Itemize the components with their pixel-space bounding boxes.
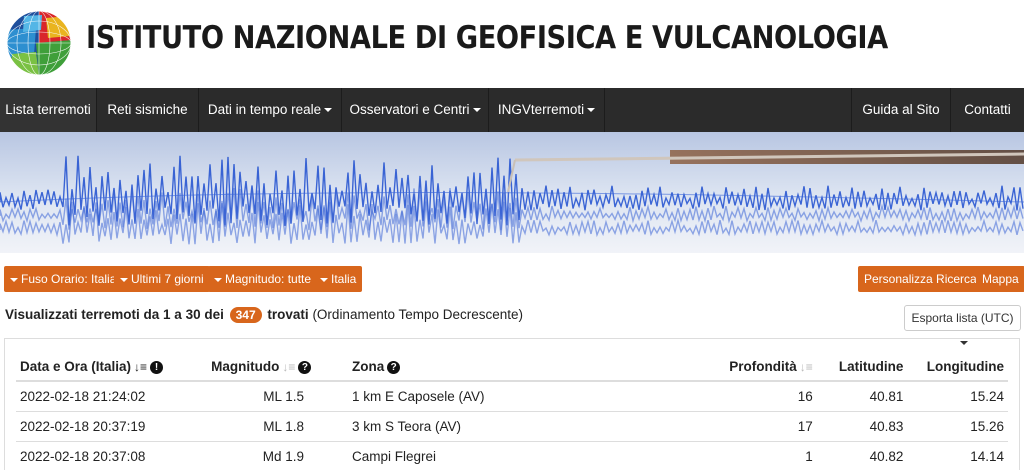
caret-down-icon [214, 277, 222, 282]
caret-down-icon [324, 108, 333, 113]
site-title: ISTITUTO NAZIONALE DI GEOFISICA E VULCAN… [86, 20, 888, 56]
nav-contatti[interactable]: Contatti [951, 88, 1024, 132]
nav-guida-sito[interactable]: Guida al Sito [851, 88, 951, 132]
nav-osservatori-centri[interactable]: Osservatori e Centri [342, 88, 489, 132]
summary-order: (Ordinamento Tempo Decrescente) [312, 307, 524, 322]
header-label: Magnitudo [211, 358, 280, 374]
ingv-globe-logo[interactable] [6, 10, 72, 76]
cell-zone[interactable]: 1 km E Caposele (AV) [347, 381, 701, 412]
cell-depth: 17 [700, 411, 817, 442]
earthquake-table-container: Data e Ora (Italia) ↓≡! Magnitudo ↓≡? Zona… [4, 338, 1020, 470]
summary-found: trovati [267, 307, 309, 322]
filter-zona[interactable]: Italia [314, 266, 363, 292]
filter-label: Italia [331, 272, 357, 286]
col-header-latitude: Latitudine [816, 339, 908, 382]
filter-label: Ultimi 7 giorni [131, 272, 204, 286]
nav-label: Dati in tempo reale [207, 102, 322, 117]
table-row[interactable]: 2022-02-18 21:24:02 ML 1.5 1 km E Capose… [16, 381, 1008, 412]
summary-prefix: Visualizzati terremoti da 1 a 30 dei [5, 307, 224, 322]
export-list-button[interactable]: Esporta lista (UTC) [904, 305, 1021, 345]
sort-desc-icon[interactable]: ↓≡ [134, 360, 147, 374]
table-header-row: Data e Ora (Italia) ↓≡! Magnitudo ↓≡? Zona… [16, 339, 1008, 382]
caret-down-icon [10, 277, 18, 282]
table-row[interactable]: 2022-02-18 20:37:08 Md 1.9 Campi Flegrei… [16, 441, 1008, 470]
sort-icon[interactable]: ↓≡ [282, 360, 295, 374]
results-count-badge: 347 [229, 307, 262, 323]
help-icon[interactable]: ? [298, 360, 312, 374]
filter-magnitudo[interactable]: Magnitudo: tutte [208, 266, 318, 292]
nav-label: Lista terremoti [5, 102, 91, 117]
filter-fuso-orario[interactable]: Fuso Orario: Italia [4, 266, 123, 292]
nav-label: INGVterremoti [497, 102, 585, 117]
nav-reti-sismiche[interactable]: Reti sismiche [97, 88, 199, 132]
col-header-zone[interactable]: Zona? [347, 339, 701, 382]
header-label: Profondità [729, 358, 797, 374]
main-navbar: Lista terremoti Reti sismiche Dati in te… [0, 88, 1024, 132]
help-icon[interactable]: ! [150, 360, 164, 374]
sort-icon[interactable]: ↓≡ [800, 360, 813, 374]
col-header-magnitude[interactable]: Magnitudo ↓≡? [207, 339, 348, 382]
cell-latitude: 40.83 [816, 411, 908, 442]
cell-magnitude: ML 1.5 [207, 381, 348, 412]
col-header-depth[interactable]: Profondità ↓≡ [700, 339, 817, 382]
cell-latitude: 40.81 [816, 381, 908, 412]
caret-down-icon [320, 277, 328, 282]
cell-latitude: 40.82 [816, 441, 908, 470]
mappa-button[interactable]: Mappa [976, 266, 1024, 292]
nav-label: Guida al Sito [862, 102, 940, 117]
nav-label: Reti sismiche [107, 102, 188, 117]
results-summary: Visualizzati terremoti da 1 a 30 dei 347… [5, 307, 523, 323]
cell-depth: 16 [700, 381, 817, 412]
cell-date[interactable]: 2022-02-18 21:24:02 [16, 381, 208, 412]
caret-down-icon [587, 108, 596, 113]
filter-periodo[interactable]: Ultimi 7 giorni [114, 266, 210, 292]
nav-label: Contatti [964, 102, 1011, 117]
header-label: Data e Ora (Italia) [20, 358, 132, 374]
seismogram-banner [0, 132, 1024, 253]
cell-zone[interactable]: Campi Flegrei [347, 441, 701, 470]
col-header-date[interactable]: Data e Ora (Italia) ↓≡! [16, 339, 208, 382]
button-label: Mappa [982, 272, 1019, 286]
earthquake-table: Data e Ora (Italia) ↓≡! Magnitudo ↓≡? Zona… [16, 339, 1008, 470]
caret-down-icon [120, 277, 128, 282]
personalizza-ricerca-button[interactable]: Personalizza Ricerca [858, 266, 983, 292]
nav-lista-terremoti[interactable]: Lista terremoti [0, 88, 97, 132]
seismogram-image [0, 132, 1024, 253]
cell-date[interactable]: 2022-02-18 20:37:08 [16, 441, 208, 470]
cell-date[interactable]: 2022-02-18 20:37:19 [16, 411, 208, 442]
cell-magnitude: Md 1.9 [207, 441, 348, 470]
cell-magnitude: ML 1.8 [207, 411, 348, 442]
col-header-longitude: Longitudine [907, 339, 1008, 382]
site-header: ISTITUTO NAZIONALE DI GEOFISICA E VULCAN… [0, 0, 1024, 88]
help-icon[interactable]: ? [387, 360, 401, 374]
cell-depth: 1 [700, 441, 817, 470]
button-label: Personalizza Ricerca [864, 272, 977, 286]
cell-longitude: 14.14 [907, 441, 1008, 470]
nav-dati-tempo-reale[interactable]: Dati in tempo reale [199, 88, 342, 132]
cell-longitude: 15.24 [907, 381, 1008, 412]
header-label: Longitudine [926, 359, 1004, 374]
table-row[interactable]: 2022-02-18 20:37:19 ML 1.8 3 km S Teora … [16, 411, 1008, 442]
header-label: Zona [351, 359, 385, 374]
header-label: Latitudine [838, 359, 904, 374]
nav-label: Osservatori e Centri [349, 102, 470, 117]
filter-label: Magnitudo: tutte [225, 272, 312, 286]
cell-zone[interactable]: 3 km S Teora (AV) [347, 411, 701, 442]
button-label: Esporta lista (UTC) [911, 311, 1014, 325]
caret-down-icon [472, 108, 481, 113]
filter-label: Fuso Orario: Italia [21, 272, 117, 286]
nav-ingvterremoti[interactable]: INGVterremoti [489, 88, 605, 132]
cell-longitude: 15.26 [907, 411, 1008, 442]
